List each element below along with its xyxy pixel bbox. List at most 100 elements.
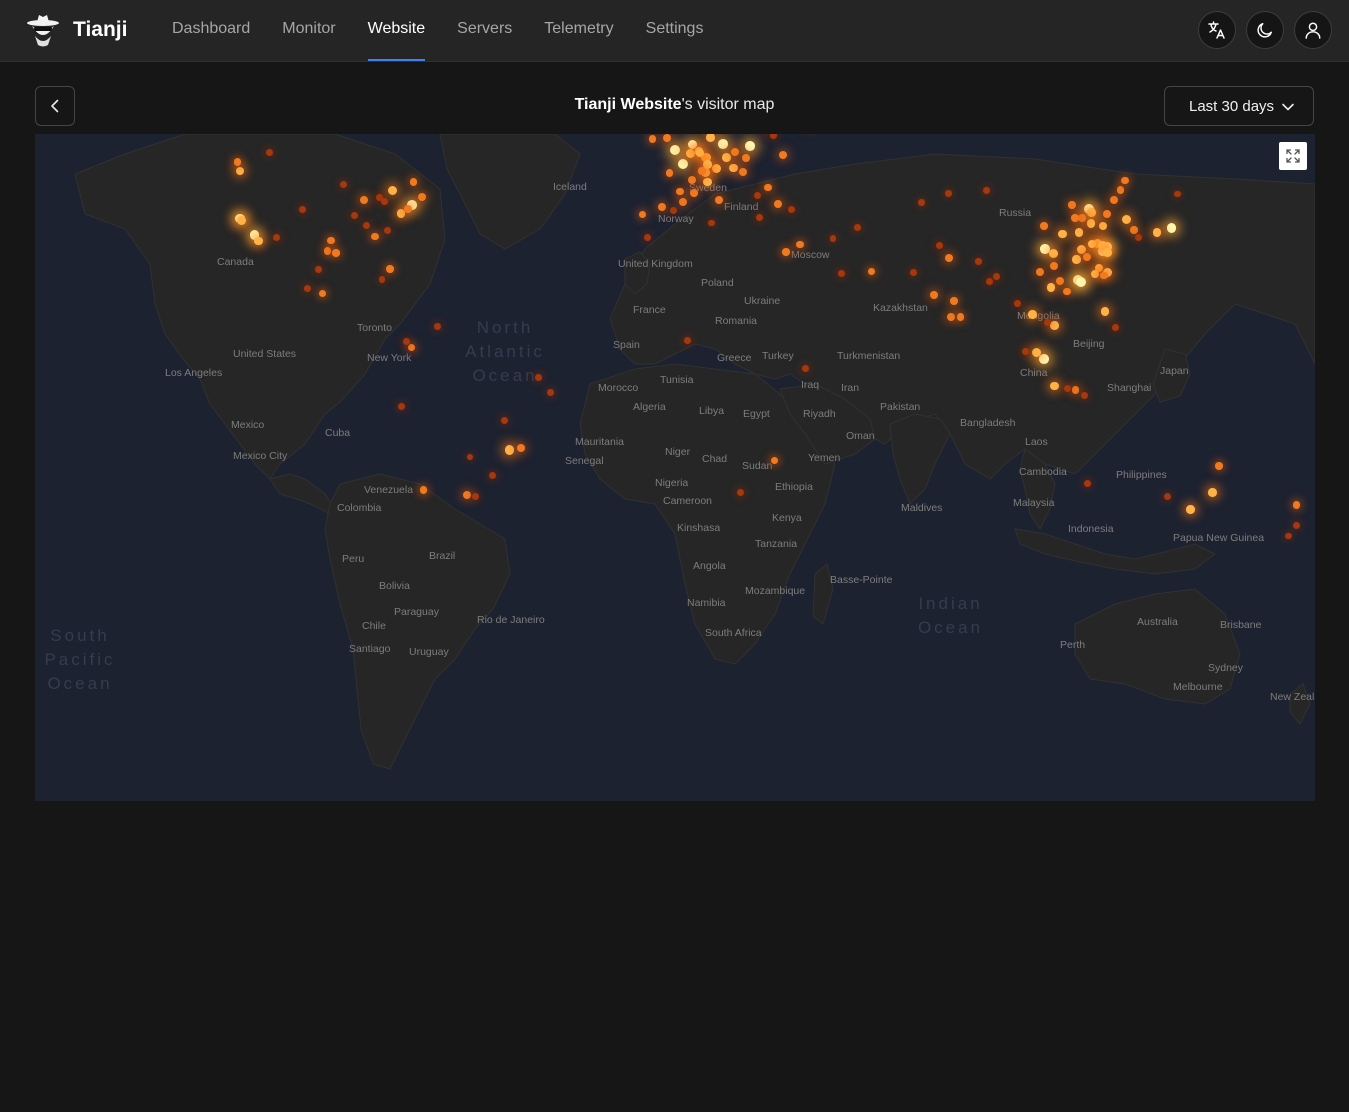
visitor-heat-point [1186,505,1195,514]
visitor-heat-point [1293,522,1300,529]
visitor-heat-point [665,169,674,177]
place-label-rio-de-janeiro: Rio de Janeiro [477,614,545,626]
place-label-sydney: Sydney [1208,662,1244,674]
nav-telemetry[interactable]: Telemetry [528,0,629,61]
visitor-heat-point [327,236,335,245]
page-title: Tianji Website's visitor map [0,96,1349,114]
place-label-united-states: United States [233,348,297,360]
language-button[interactable] [1198,11,1236,49]
visitor-heat-point [1166,223,1177,233]
place-label-chad: Chad [702,453,728,465]
place-label-south-africa: South Africa [705,627,762,639]
place-label-tunisia: Tunisia [660,374,694,386]
visitor-heat-point [744,140,755,151]
visitor-heat-point [669,144,680,155]
fullscreen-button[interactable] [1279,142,1307,170]
place-label-papua-new-guinea: Papua New Guinea [1173,532,1265,544]
visitor-heat-point [975,258,982,265]
nav-settings[interactable]: Settings [630,0,720,61]
place-label-brazil: Brazil [429,550,456,562]
ocean-label-indian: Indian Ocean [917,594,984,637]
place-label-sudan: Sudan [742,460,773,472]
visitor-heat-point [233,158,242,166]
place-label-tanzania: Tanzania [755,538,798,550]
visitor-heat-point [381,198,388,206]
place-label-peru: Peru [342,553,365,565]
visitor-heat-point [272,233,280,241]
place-label-paraguay: Paraguay [394,606,439,618]
tianji-logo-icon[interactable] [24,12,62,48]
place-label-moscow: Moscow [791,249,830,261]
place-label-finland: Finland [724,201,759,213]
chevron-down-icon [1282,103,1294,111]
place-label-mauritania: Mauritania [575,436,625,448]
place-label-norway: Norway [658,213,694,225]
visitor-heat-point [433,322,441,330]
visitor-heat-point [837,269,845,277]
place-label-oman: Oman [846,430,875,442]
india-landmass [889,413,951,505]
visitor-heat-point [1056,276,1065,285]
visitor-heat-point [1028,310,1037,319]
visitor-heat-point [698,167,706,175]
nav-website[interactable]: Website [352,0,442,61]
place-label-niger: Niger [665,446,691,458]
visitor-heat-point [403,204,412,213]
translate-icon [1208,21,1225,39]
nav-monitor-label: Monitor [282,20,336,37]
visitor-heat-point [1072,255,1081,264]
place-label-france: France [633,304,666,316]
visitor-heat-point [1039,354,1049,365]
visitor-heat-point [1135,233,1143,241]
nav-monitor[interactable]: Monitor [266,0,351,61]
place-label-cuba: Cuba [325,427,351,439]
visitor-heat-point [773,199,782,208]
user-menu-button[interactable] [1294,11,1332,49]
madagascar-landmass [812,563,834,625]
visitor-heat-point [1208,488,1217,497]
place-label-ukraine: Ukraine [744,295,781,307]
place-label-namibia: Namibia [687,597,726,609]
visitor-heat-point [982,186,990,194]
visitor-heat-point [409,178,418,186]
place-label-china: China [1020,367,1048,379]
place-label-canada: Canada [217,256,254,268]
place-label-laos: Laos [1025,436,1048,448]
place-label-melbourne: Melbourne [1173,681,1223,693]
visitor-map[interactable]: North Atlantic Ocean South Pacific Ocean Ind… [35,134,1315,801]
app-brand-name[interactable]: Tianji [73,18,127,42]
place-label-brisbane: Brisbane [1220,619,1262,631]
place-label-pakistan: Pakistan [880,401,921,413]
page-title-website-name: Tianji Website [574,96,682,113]
place-label-maldives: Maldives [901,502,943,514]
visitor-heat-point [378,276,386,283]
visitor-heat-point [1130,226,1138,234]
theme-toggle-button[interactable] [1246,11,1284,49]
ocean-label-south-pacific: South Pacific Ocean [44,626,116,693]
place-label-kenya: Kenya [772,512,802,524]
visitor-heat-point [1292,501,1301,509]
place-label-riyadh: Riyadh [803,408,836,420]
world-map-base [74,134,1315,770]
place-label-chile: Chile [362,620,386,632]
visitor-heat-point [1040,222,1048,230]
place-label-japan: Japan [1160,365,1189,377]
nav-dashboard[interactable]: Dashboard [156,0,266,61]
place-label-new-zealand: New Zealand [1270,691,1315,703]
date-range-select[interactable]: Last 30 days [1164,86,1314,126]
visitor-heat-point [1109,196,1118,205]
visitor-heat-point [1050,321,1059,330]
place-label-romania: Romania [715,315,758,327]
visitor-heat-point [254,236,263,246]
visitor-heat-point [918,199,925,206]
visitor-heat-point [909,269,917,277]
place-label-kinshasa: Kinshasa [677,522,721,534]
place-label-bangladesh: Bangladesh [960,417,1016,429]
visitor-heat-point [708,219,715,227]
visitor-heat-point [504,445,514,455]
place-label-philippines: Philippines [1116,469,1167,481]
nav-servers[interactable]: Servers [441,0,528,61]
visitor-heat-point [1116,186,1125,194]
visitor-heat-point [1057,229,1067,239]
user-icon [1305,22,1321,39]
